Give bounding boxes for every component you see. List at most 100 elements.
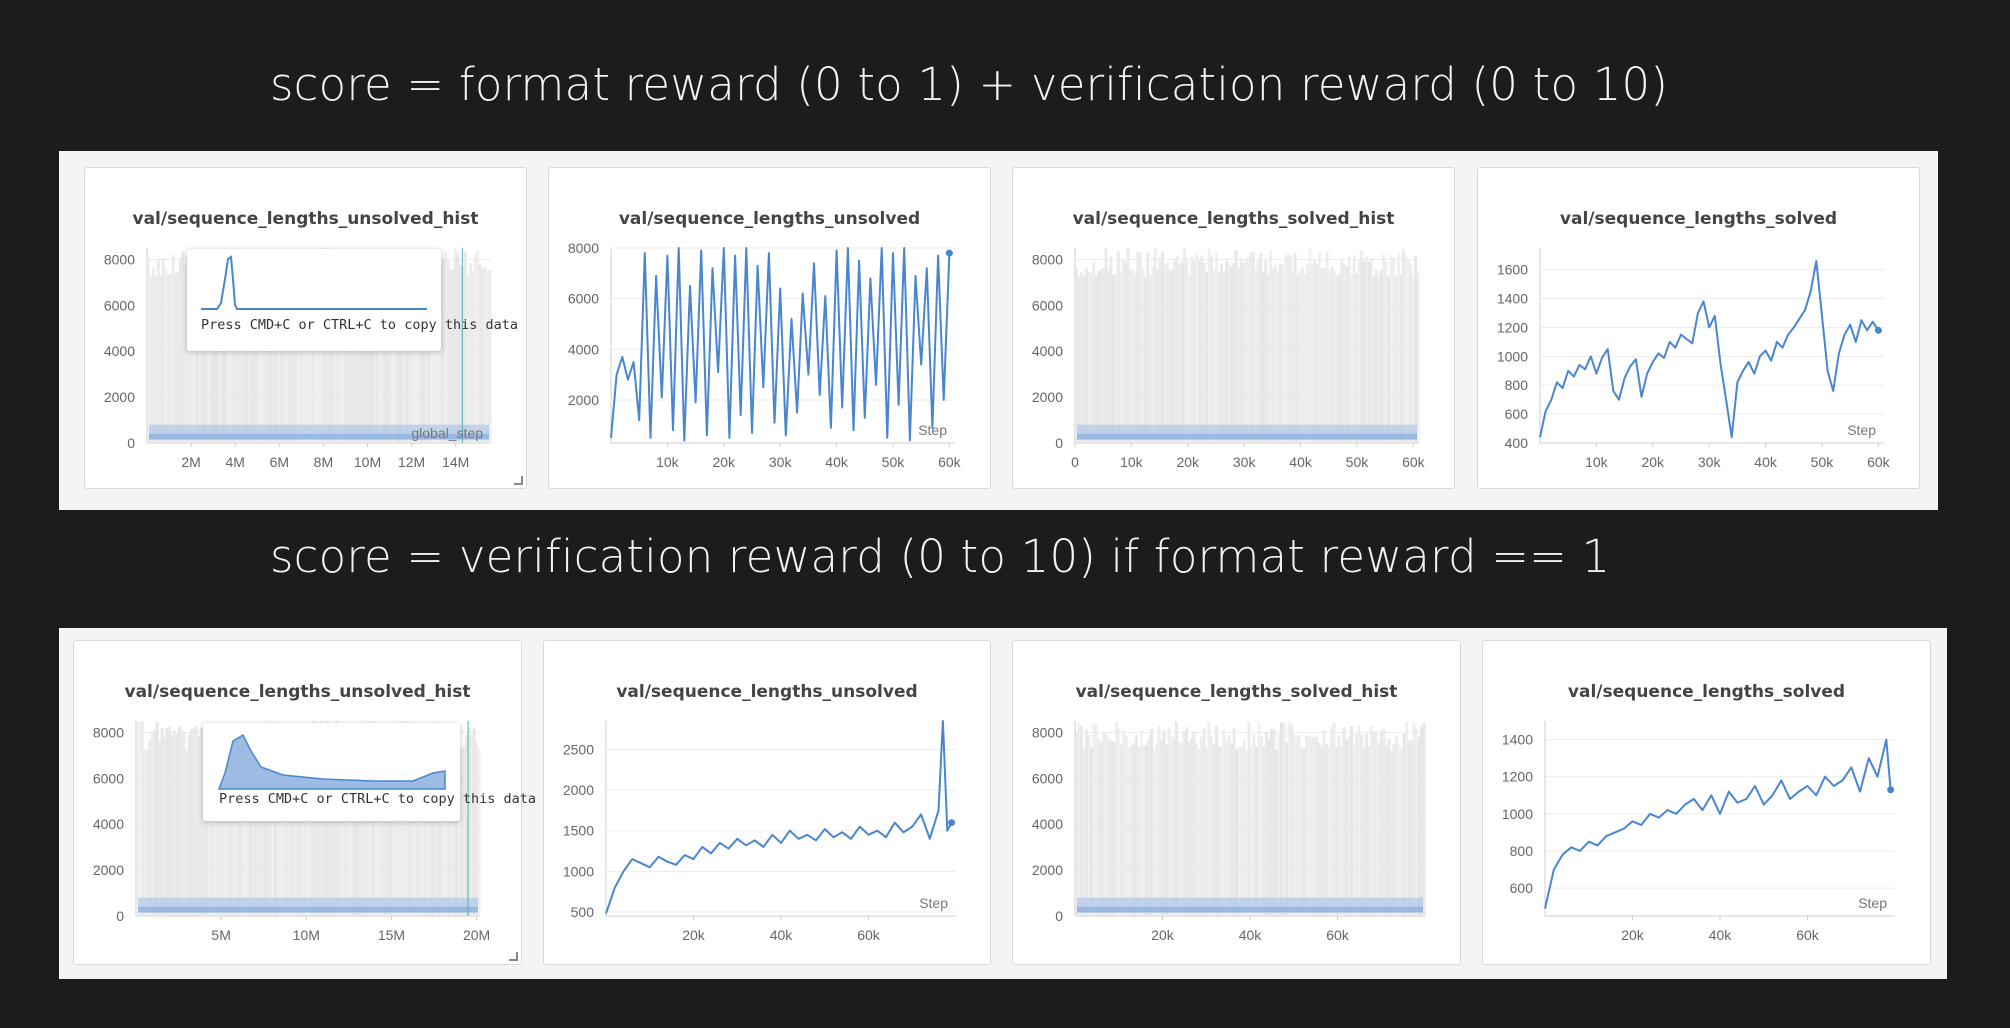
x-tick-label: 40k bbox=[770, 927, 794, 943]
x-tick-label: 14M bbox=[442, 454, 469, 470]
y-tick-label: 4000 bbox=[568, 341, 599, 357]
y-tick-label: 1600 bbox=[1497, 262, 1528, 278]
resize-handle[interactable] bbox=[509, 952, 518, 961]
x-tick-label: 12M bbox=[398, 454, 425, 470]
panel-unsolved-bottom[interactable]: val/sequence_lengths_unsolved 500 1000 150… bbox=[543, 640, 991, 965]
x-tick-label: 60k bbox=[857, 927, 881, 943]
y-tick-label: 0 bbox=[127, 435, 135, 451]
heatmap-column bbox=[1416, 272, 1420, 443]
heatmap-core-band bbox=[1077, 433, 1417, 440]
y-tick-label: 8000 bbox=[568, 240, 599, 256]
tooltip-sparkline-area bbox=[217, 733, 446, 790]
y-tick-label: 4000 bbox=[1032, 343, 1063, 359]
heatmap-column bbox=[488, 269, 492, 443]
panel-unsolved-hist-top[interactable]: val/sequence_lengths_unsolved_hist 0 2000… bbox=[84, 167, 527, 489]
panel-solved-hist-top[interactable]: val/sequence_lengths_solved_hist 0 2000 40… bbox=[1012, 167, 1455, 489]
copy-data-tooltip: Press CMD+C or CTRL+C to copy this data bbox=[187, 249, 518, 351]
y-tick-label: 4000 bbox=[93, 816, 124, 832]
resize-handle[interactable] bbox=[514, 476, 523, 485]
x-tick-label: 10k bbox=[656, 454, 680, 470]
x-tick-label: 40k bbox=[1754, 454, 1778, 470]
x-axis-overlay-label: global_step bbox=[411, 425, 483, 441]
y-tick-label: 500 bbox=[571, 904, 595, 920]
y-tick-label: 400 bbox=[1505, 435, 1529, 451]
y-tick-label: 8000 bbox=[1032, 251, 1063, 267]
heading-bottom: score = verification reward (0 to 10) if… bbox=[270, 530, 1611, 583]
x-tick-label: 40k bbox=[1289, 454, 1313, 470]
y-tick-label: 600 bbox=[1505, 406, 1529, 422]
x-tick-label: 60k bbox=[1326, 927, 1350, 943]
y-tick-label: 800 bbox=[1510, 843, 1534, 859]
x-tick-label: 30k bbox=[1698, 454, 1722, 470]
y-tick-label: 1200 bbox=[1497, 319, 1528, 335]
y-tick-label: 1500 bbox=[563, 823, 594, 839]
x-tick-label: 2M bbox=[181, 454, 200, 470]
x-tick-label: 20k bbox=[1621, 927, 1645, 943]
x-tick-label: 20k bbox=[682, 927, 706, 943]
x-tick-label: 30k bbox=[1233, 454, 1257, 470]
y-tick-label: 0 bbox=[116, 908, 124, 924]
x-tick-label: 20k bbox=[1176, 454, 1200, 470]
y-tick-label: 2000 bbox=[563, 782, 594, 798]
y-tick-label: 6000 bbox=[104, 297, 135, 313]
x-tick-label: 8M bbox=[314, 454, 333, 470]
series-endpoint bbox=[948, 819, 956, 827]
panel-unsolved-top[interactable]: val/sequence_lengths_unsolved 2000 4000 60… bbox=[548, 167, 991, 489]
y-tick-label: 0 bbox=[1055, 908, 1063, 924]
x-tick-label: 4M bbox=[225, 454, 244, 470]
x-tick-label: 40k bbox=[1239, 927, 1263, 943]
copy-data-tooltip: Press CMD+C or CTRL+C to copy this data bbox=[203, 723, 536, 821]
y-tick-label: 800 bbox=[1505, 377, 1529, 393]
y-tick-label: 4000 bbox=[104, 343, 135, 359]
y-tick-label: 6000 bbox=[93, 770, 124, 786]
series-endpoint bbox=[1887, 786, 1895, 794]
tooltip-sparkline bbox=[217, 733, 446, 790]
tooltip-sparkline-line bbox=[201, 255, 427, 310]
heatmap-column bbox=[1422, 723, 1426, 916]
panel-solved-bottom[interactable]: val/sequence_lengths_solved 600 800 1000 12… bbox=[1482, 640, 1931, 965]
x-tick-label: 60k bbox=[1402, 454, 1426, 470]
heading-top: score = format reward (0 to 1) + verific… bbox=[270, 58, 1669, 111]
x-axis-label: Step bbox=[919, 895, 948, 911]
y-tick-label: 6000 bbox=[568, 291, 599, 307]
x-tick-label: 20M bbox=[463, 927, 490, 943]
y-tick-label: 6000 bbox=[1032, 770, 1063, 786]
x-tick-label: 50k bbox=[882, 454, 906, 470]
panel-unsolved-hist-bottom[interactable]: val/sequence_lengths_unsolved_hist 0 2000… bbox=[73, 640, 536, 965]
y-tick-label: 8000 bbox=[1032, 724, 1063, 740]
x-tick-label: 20k bbox=[712, 454, 736, 470]
x-tick-label: 10k bbox=[1585, 454, 1609, 470]
x-tick-label: 50k bbox=[1811, 454, 1835, 470]
y-tick-label: 2000 bbox=[568, 392, 599, 408]
x-axis-label: Step bbox=[918, 422, 947, 438]
series-line bbox=[1544, 738, 1892, 909]
heatmap-core-band bbox=[1077, 906, 1423, 913]
x-tick-label: 60k bbox=[938, 454, 962, 470]
y-tick-label: 1200 bbox=[1502, 769, 1533, 785]
x-tick-label: 40k bbox=[825, 454, 849, 470]
x-tick-label: 40k bbox=[1709, 927, 1733, 943]
y-tick-label: 1000 bbox=[1502, 806, 1533, 822]
y-tick-label: 2000 bbox=[1032, 389, 1063, 405]
tooltip-text: Press CMD+C or CTRL+C to copy this data bbox=[219, 791, 536, 807]
chart-plot[interactable]: 2000 4000 6000 8000 10k 20k 30k 40k 50k 60k Step bbox=[549, 168, 992, 490]
panel-solved-hist-bottom[interactable]: val/sequence_lengths_solved_hist 0 2000 40… bbox=[1012, 640, 1461, 965]
panel-solved-top[interactable]: val/sequence_lengths_solved 400 600 800 100… bbox=[1477, 167, 1920, 489]
x-tick-label: 60k bbox=[1796, 927, 1820, 943]
heatmap-column bbox=[477, 749, 481, 916]
chart-plot[interactable]: 500 1000 1500 2000 2500 20k 40k 60k Step bbox=[544, 641, 992, 966]
chart-plot[interactable]: 0 2000 4000 6000 8000 20k 40k 60k bbox=[1013, 641, 1462, 966]
x-tick-label: 30k bbox=[769, 454, 793, 470]
y-tick-label: 2000 bbox=[104, 389, 135, 405]
y-tick-label: 6000 bbox=[1032, 297, 1063, 313]
y-tick-label: 600 bbox=[1510, 880, 1534, 896]
chart-plot[interactable]: 400 600 800 1000 1200 1400 1600 10k 20k 30k 40k 50k… bbox=[1478, 168, 1921, 490]
chart-plot[interactable]: 0 2000 4000 6000 8000 0 10k 20k 30k 40k 50k 60k bbox=[1013, 168, 1456, 490]
x-tick-label: 20k bbox=[1641, 454, 1665, 470]
x-tick-label: 0 bbox=[1071, 454, 1079, 470]
x-axis-label: Step bbox=[1858, 895, 1887, 911]
tooltip-text: Press CMD+C or CTRL+C to copy this data bbox=[201, 317, 518, 333]
series-line bbox=[610, 247, 951, 442]
y-tick-label: 1000 bbox=[563, 863, 594, 879]
chart-plot[interactable]: 600 800 1000 1200 1400 20k 40k 60k Step bbox=[1483, 641, 1932, 966]
